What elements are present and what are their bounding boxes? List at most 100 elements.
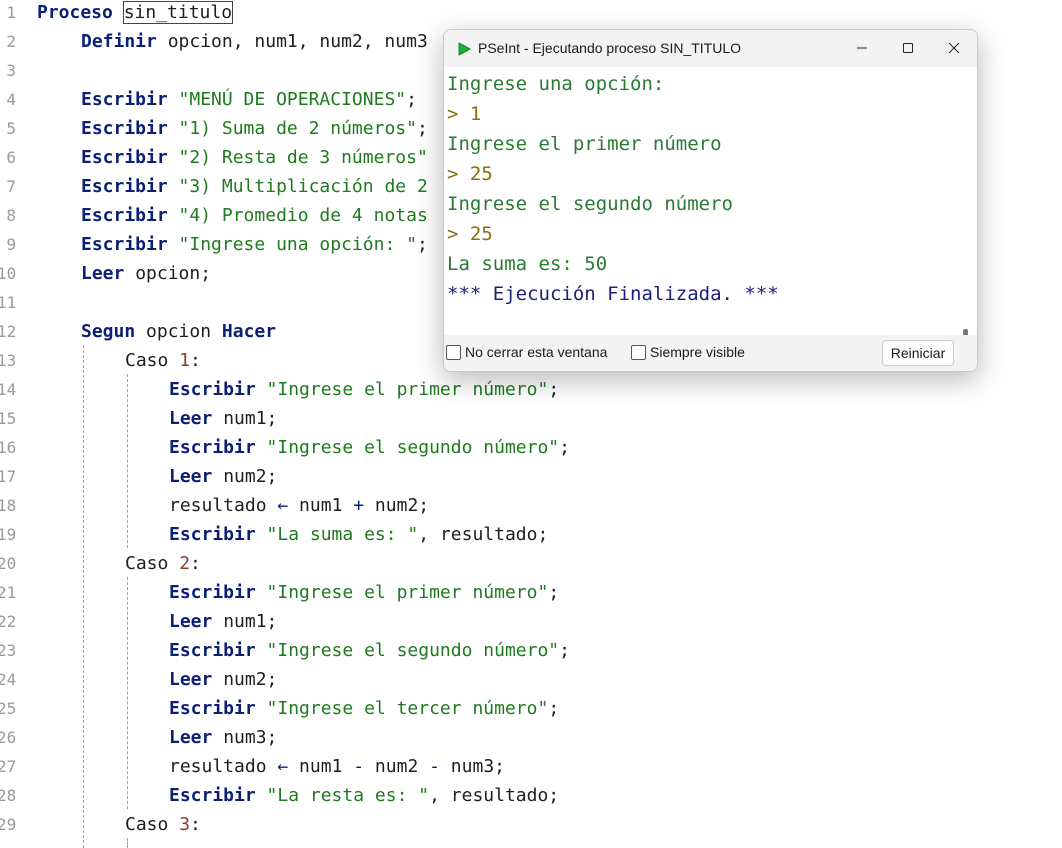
line-number: 9: [6, 235, 16, 254]
code-line-15: Leer num1;: [169, 404, 277, 433]
code-line-24: Leer num2;: [169, 665, 277, 694]
window-options-bar: No cerrar esta ventana Siempre visible R…: [444, 335, 977, 371]
window-title: PSeInt - Ejecutando proceso SIN_TITULO: [478, 40, 742, 56]
process-name[interactable]: sin_titulo: [122, 1, 234, 24]
code-tail: num2;: [212, 669, 278, 690]
assign-arrow: ←: [277, 756, 289, 777]
line-number: 28: [0, 786, 17, 805]
line-number: 6: [6, 148, 16, 167]
play-icon: [456, 41, 472, 61]
code-line-22: Leer num1;: [169, 607, 277, 636]
console-line: Ingrese una opción:: [447, 73, 665, 95]
console-output[interactable]: Ingrese una opción: > 1 Ingrese el primer …: [444, 67, 956, 335]
line-number: 3: [6, 61, 16, 80]
code-line-27: resultado ← num1 - num2 - num3;: [169, 752, 505, 781]
code-operand: num2: [364, 756, 430, 777]
line-number: 2: [6, 32, 16, 51]
keyword-escribir: Escribir: [169, 698, 256, 719]
code-tail: , resultado;: [429, 785, 560, 806]
keyword-escribir: Escribir: [81, 205, 168, 226]
console-scrollbar[interactable]: [956, 67, 976, 351]
line-number: 12: [0, 322, 17, 341]
keyword-leer: Leer: [169, 466, 213, 487]
line-number: 16: [0, 438, 17, 457]
no-cerrar-checkbox[interactable]: No cerrar esta ventana: [446, 344, 607, 360]
code-operand: num1: [288, 756, 354, 777]
indent-guide: [83, 345, 84, 848]
caso-label: Caso: [125, 814, 180, 835]
line-number: 22: [0, 612, 17, 631]
code-line-8: Escribir "4) Promedio de 4 notas: [81, 201, 428, 230]
assign-target: resultado: [169, 756, 278, 777]
operator-minus: -: [429, 756, 440, 777]
code-line-20: Caso 2:: [125, 549, 201, 578]
keyword-escribir: Escribir: [169, 524, 256, 545]
string-literal: "4) Promedio de 4 notas: [167, 205, 428, 226]
string-literal: "MENÚ DE OPERACIONES": [167, 89, 407, 110]
code-line-9: Escribir "Ingrese una opción: ";: [81, 230, 428, 259]
reiniciar-button[interactable]: Reiniciar: [882, 340, 954, 366]
maximize-button[interactable]: [885, 30, 931, 67]
caso-label: Caso: [125, 553, 180, 574]
code-operand: num1: [288, 495, 354, 516]
window-titlebar[interactable]: PSeInt - Ejecutando proceso SIN_TITULO: [444, 30, 977, 67]
code-line-17: Leer num2;: [169, 462, 277, 491]
console-line: > 25: [447, 163, 493, 185]
code-operand: num3;: [439, 756, 505, 777]
line-number: 27: [0, 757, 17, 776]
console-line: La suma es: 50: [447, 253, 608, 275]
code-line-23: Escribir "Ingrese el segundo número";: [169, 636, 570, 665]
line-number: 15: [0, 409, 17, 428]
caso-number: 3: [179, 814, 191, 835]
console-line: *** Ejecución Finalizada. ***: [447, 283, 779, 305]
string-literal: "Ingrese el primer número": [255, 379, 549, 400]
code-line-7: Escribir "3) Multiplicación de 2: [81, 172, 428, 201]
line-number: 17: [0, 467, 17, 486]
string-literal: "3) Multiplicación de 2: [167, 176, 428, 197]
code-tail: ;: [406, 89, 417, 110]
code-tail: num1;: [212, 408, 278, 429]
caso-number: 2: [179, 553, 191, 574]
code-tail: opcion;: [124, 263, 212, 284]
assign-target: resultado: [169, 495, 278, 516]
code-line-28: Escribir "La resta es: ", resultado;: [169, 781, 559, 810]
code-tail: ;: [559, 640, 570, 661]
string-literal: "La suma es: ": [255, 524, 419, 545]
line-number: 21: [0, 583, 17, 602]
execution-window[interactable]: PSeInt - Ejecutando proceso SIN_TITULO I…: [443, 29, 978, 372]
line-number: 19: [0, 525, 17, 544]
code-tail: :: [190, 350, 201, 371]
code-line-1: Proceso sin_titulo: [37, 0, 234, 27]
keyword-escribir: Escribir: [81, 176, 168, 197]
keyword-leer: Leer: [169, 611, 213, 632]
line-number: 18: [0, 496, 17, 515]
close-button[interactable]: [931, 30, 977, 67]
keyword-leer: Leer: [169, 408, 213, 429]
string-literal: "2) Resta de 3 números": [167, 147, 428, 168]
code-line-4: Escribir "MENÚ DE OPERACIONES";: [81, 85, 417, 114]
code-line-13: Caso 1:: [125, 346, 201, 375]
line-number: 10: [0, 264, 17, 283]
code-tail: ;: [548, 698, 560, 719]
definir-vars: opcion, num1, num2, num3: [156, 31, 428, 52]
code-line-21: Escribir "Ingrese el primer número";: [169, 578, 559, 607]
minimize-icon: [856, 39, 868, 58]
line-number: 24: [0, 670, 17, 689]
code-tail: :: [190, 814, 201, 835]
keyword-escribir: Escribir: [169, 785, 256, 806]
console-line: > 1: [447, 103, 482, 125]
code-tail: ;: [559, 437, 570, 458]
line-number: 26: [0, 728, 17, 747]
line-number: 5: [6, 119, 16, 138]
minimize-button[interactable]: [839, 30, 885, 67]
string-literal: "Ingrese el tercer número": [255, 698, 549, 719]
code-tail: num1;: [212, 611, 278, 632]
code-line-10: Leer opcion;: [81, 259, 211, 288]
checkbox-box[interactable]: [631, 344, 646, 360]
siempre-visible-checkbox[interactable]: Siempre visible: [631, 344, 745, 360]
keyword-proceso: Proceso: [37, 2, 113, 23]
checkbox-box[interactable]: [446, 344, 461, 360]
code-tail: ;: [416, 118, 428, 139]
keyword-escribir: Escribir: [169, 437, 256, 458]
indent-guide: [127, 577, 128, 809]
